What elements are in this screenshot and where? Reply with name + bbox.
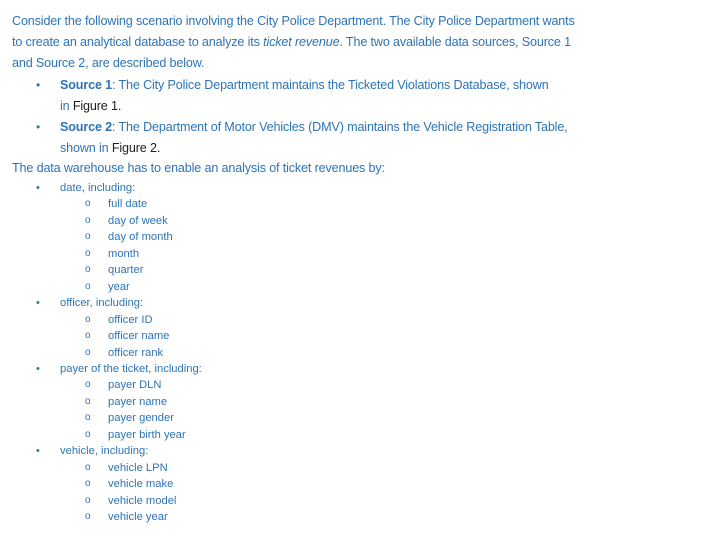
hollow-bullet-icon: o [85,478,91,490]
source-description: The Department of Motor Vehicles (DMV) m… [115,120,568,134]
dimension-item: • officer, including: o officer ID o officer … [0,295,703,361]
attribute-label: vehicle year [108,511,168,524]
document-page: Consider the following scenario involvin… [0,0,703,537]
attribute-label: payer name [108,395,168,408]
hollow-bullet-icon: o [85,428,91,440]
filled-bullet-icon: • [36,445,40,458]
filled-bullet-icon: • [36,182,40,194]
source-item-2: • Source 2: The Department of Motor Vehi… [0,117,630,158]
hollow-bullet-icon: o [85,280,91,292]
attribute-label: full date [108,198,148,211]
attribute-label: payer birth year [108,428,186,441]
dimension-item: • date, including: o full date o day of week o… [0,180,703,295]
attribute-label: officer name [108,330,170,343]
figure-reference: Figure 1. [72,98,122,113]
hollow-bullet-icon: o [85,247,91,259]
attribute-label: day of week [108,214,168,227]
hollow-bullet-icon: o [85,330,91,342]
attribute-label: vehicle LPN [108,461,168,474]
source-label: Source 2 [60,120,112,134]
attribute-label: day of month [108,231,173,244]
hollow-bullet-icon: o [85,231,91,243]
hollow-bullet-icon: o [85,198,91,210]
source-description-cont: in [60,98,73,113]
hollow-bullet-icon: o [85,461,91,473]
dimension-heading: • officer, including: [0,295,703,311]
attribute-item: o vehicle make [0,476,703,492]
attribute-item: o payer name [0,394,703,410]
attribute-item: o vehicle year [0,509,703,525]
dimension-label: date, including: [60,182,136,194]
hollow-bullet-icon: o [85,412,91,424]
hollow-bullet-icon: o [85,494,91,506]
dimension-item: • vehicle, including: o vehicle LPN o vehicle… [0,443,703,525]
dimension-heading: • date, including: [0,180,703,196]
intro-line-2-post: . The two available data sources, Source… [339,35,571,49]
attribute-item: o month [0,246,703,262]
source-description: The City Police Department maintains the… [115,78,549,92]
attribute-label: vehicle model [108,494,177,507]
figure-reference: Figure 2. [111,140,161,155]
hollow-bullet-icon: o [85,379,91,391]
hollow-bullet-icon: o [85,313,91,325]
intro-line-3: and Source 2, are described below. [12,56,205,70]
attribute-item: o quarter [0,262,703,278]
dimension-label: payer of the ticket, including: [60,362,202,375]
attribute-label: officer ID [108,313,153,326]
attribute-item: o vehicle model [0,493,703,509]
dimension-heading: • vehicle, including: [0,443,703,459]
filled-bullet-icon: • [36,120,41,134]
filled-bullet-icon: • [36,362,40,375]
summary-sentence: The data warehouse has to enable an anal… [12,161,385,175]
source-description-cont: shown in [60,140,112,155]
attribute-item: o full date [0,196,703,212]
dimension-label: officer, including: [60,297,144,310]
attribute-item: o officer ID [0,312,703,328]
attribute-item: o officer rank [0,345,703,361]
dimension-item: • payer of the ticket, including: o payer D… [0,361,703,443]
intro-paragraph: Consider the following scenario involvin… [12,11,692,74]
hollow-bullet-icon: o [85,395,91,407]
hollow-bullet-icon: o [85,511,91,523]
hollow-bullet-icon: o [85,346,91,358]
attribute-item: o payer birth year [0,427,703,443]
attribute-label: vehicle make [108,478,174,491]
intro-line-1: Consider the following scenario involvin… [12,14,575,28]
attribute-label: month [108,247,140,260]
hollow-bullet-icon: o [85,264,91,276]
attribute-label: officer rank [108,346,164,359]
attribute-item: o officer name [0,328,703,344]
attribute-label: payer DLN [108,379,162,392]
dimensions-list: • date, including: o full date o day of week o… [0,180,703,526]
source-label: Source 1 [60,78,112,92]
attribute-item: o payer DLN [0,377,703,393]
filled-bullet-icon: • [36,78,41,92]
ticket-revenue-emphasis: ticket revenue [263,35,340,49]
source-item-1: • Source 1: The City Police Department m… [0,75,630,116]
hollow-bullet-icon: o [85,214,91,226]
attribute-label: quarter [108,264,144,277]
filled-bullet-icon: • [36,297,40,310]
attribute-label: year [108,280,130,293]
intro-line-2: to create an analytical database to anal… [12,32,692,53]
attribute-item: o day of month [0,229,703,245]
intro-line-2-pre: to create an analytical database to anal… [12,35,264,49]
attribute-item: o year [0,279,703,295]
dimension-heading: • payer of the ticket, including: [0,361,703,377]
attribute-item: o vehicle LPN [0,460,703,476]
dimension-label: vehicle, including: [60,445,149,458]
attribute-label: payer gender [108,412,174,425]
sources-list: • Source 1: The City Police Department m… [0,75,703,159]
attribute-item: o day of week [0,213,703,229]
attribute-item: o payer gender [0,410,703,426]
